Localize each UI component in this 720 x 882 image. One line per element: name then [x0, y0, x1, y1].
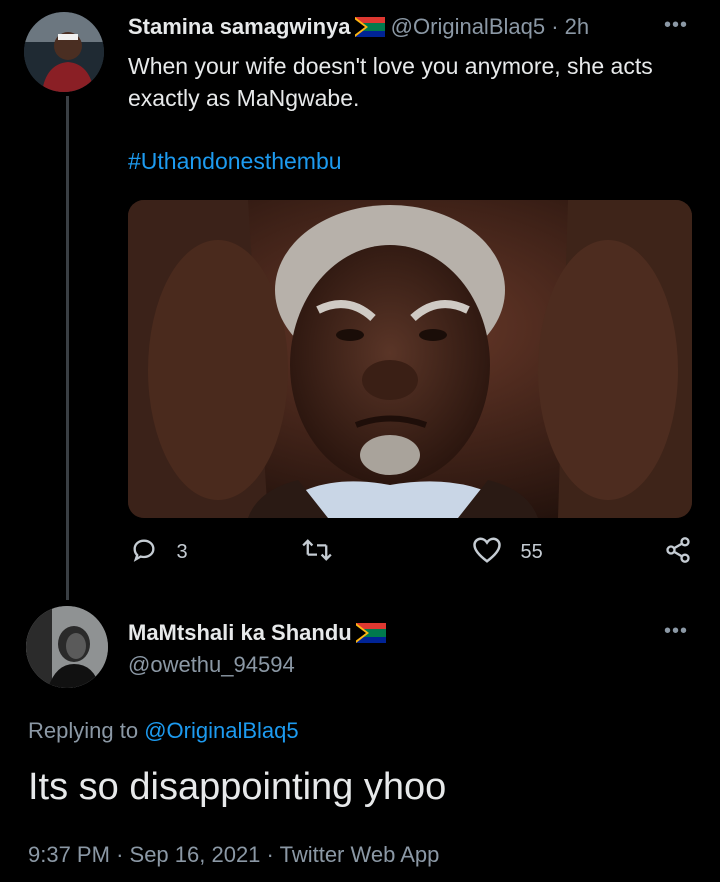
south-africa-flag-icon: [355, 623, 386, 649]
reply-count: 3: [176, 541, 188, 563]
avatar[interactable]: [24, 12, 104, 92]
tweet-meta: 9:37 PM · Sep 16, 2021 · Twitter Web App: [28, 842, 439, 868]
south-africa-flag-icon: [354, 17, 385, 43]
author-handle[interactable]: @owethu_94594: [128, 652, 295, 678]
tweet-date[interactable]: Sep 16, 2021: [130, 842, 261, 867]
author-handle[interactable]: @OriginalBlaq5: [391, 14, 545, 39]
more-icon[interactable]: •••: [664, 14, 688, 37]
tweet-time[interactable]: 2h: [565, 14, 589, 39]
replying-handle-link[interactable]: @OriginalBlaq5: [144, 718, 298, 743]
more-icon[interactable]: •••: [664, 620, 688, 643]
photo-of-man-frowning: [128, 200, 692, 518]
thread-line: [66, 96, 69, 600]
tweet-time[interactable]: 9:37 PM: [28, 842, 110, 867]
avatar-photo: [26, 606, 108, 688]
tweet-header: Stamina samagwinya @OriginalBlaq5 · 2h: [128, 14, 589, 43]
tweet-text: When your wife doesn't love you anymore,…: [128, 53, 653, 111]
tweet-header: MaMtshali ka Shandu: [128, 620, 386, 649]
avatar[interactable]: [26, 606, 108, 688]
avatar-photo: [24, 12, 104, 92]
author-name[interactable]: Stamina samagwinya: [128, 14, 351, 39]
like-action[interactable]: 55: [472, 536, 543, 572]
tweet-image[interactable]: [128, 200, 692, 518]
like-icon: [472, 536, 502, 569]
separator: ·: [116, 842, 124, 867]
like-count: 55: [520, 541, 543, 563]
tweet-source[interactable]: Twitter Web App: [280, 842, 440, 867]
reply-icon: [130, 536, 158, 569]
share-icon[interactable]: [664, 536, 692, 572]
separator: ·: [266, 842, 274, 867]
tweet-text: Its so disappointing yhoo: [28, 766, 447, 808]
author-name[interactable]: MaMtshali ka Shandu: [128, 620, 352, 645]
replying-to: Replying to @OriginalBlaq5: [28, 718, 299, 744]
retweet-icon[interactable]: [302, 536, 332, 572]
replying-label: Replying to: [28, 718, 139, 743]
separator: ·: [551, 14, 559, 39]
reply-action[interactable]: 3: [130, 536, 188, 572]
hashtag-link[interactable]: #Uthandonesthembu: [128, 148, 342, 175]
